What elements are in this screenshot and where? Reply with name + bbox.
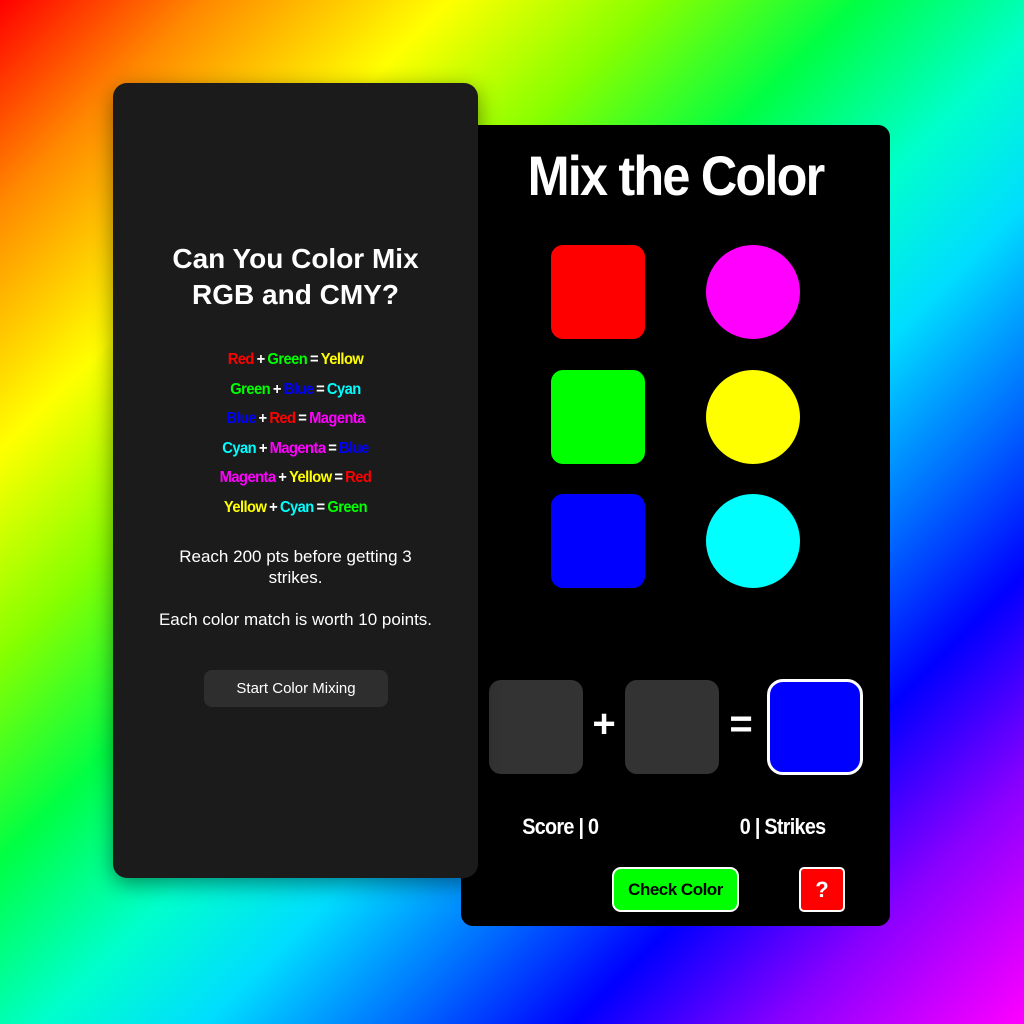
instructions-panel: Can You Color Mix RGB and CMY? Red + Green… bbox=[113, 83, 478, 878]
strikes-display: 0 | Strikes bbox=[739, 814, 826, 839]
mixing-rule: Yellow + Cyan = Green bbox=[128, 493, 464, 523]
target-color-swatch bbox=[767, 679, 863, 775]
rule-color-b: Red bbox=[269, 410, 296, 427]
plus-sign: + bbox=[258, 410, 268, 427]
rule-color-a: Green bbox=[230, 380, 271, 398]
equals-symbol: = bbox=[729, 702, 753, 746]
rule-result: Magenta bbox=[309, 410, 365, 427]
plus-sign: + bbox=[258, 439, 268, 457]
mixing-rule: Cyan + Magenta = Blue bbox=[128, 434, 464, 464]
green-swatch[interactable] bbox=[551, 370, 645, 464]
rule-color-b: Green bbox=[267, 351, 308, 368]
rule-result: Blue bbox=[339, 439, 369, 457]
points-text: Each color match is worth 10 points. bbox=[158, 610, 433, 629]
mixing-rules-list: Red + Green = Yellow Green + Blue = Cyan Blue + Re… bbox=[113, 345, 478, 522]
equals-sign: = bbox=[316, 498, 326, 516]
magenta-swatch[interactable] bbox=[706, 245, 800, 339]
rule-result: Yellow bbox=[320, 351, 364, 368]
score-display: Score | 0 bbox=[522, 814, 599, 839]
mixing-rule: Magenta + Yellow = Red bbox=[128, 463, 464, 493]
goal-text: Reach 200 pts before getting 3 strikes. bbox=[179, 547, 412, 587]
equals-sign: = bbox=[328, 439, 337, 457]
rule-color-b: Magenta bbox=[269, 439, 326, 457]
equals-sign: = bbox=[298, 410, 307, 427]
rule-color-b: Yellow bbox=[289, 469, 332, 486]
rule-color-b: Cyan bbox=[279, 498, 314, 516]
rule-result: Green bbox=[327, 498, 368, 516]
rule-result: Red bbox=[345, 469, 372, 486]
plus-sign: + bbox=[256, 351, 266, 368]
instructions-title: Can You Color Mix RGB and CMY? bbox=[172, 243, 419, 310]
game-panel: Mix the Color + = Score | 0 0 | Strikes … bbox=[461, 125, 890, 926]
game-title: Mix the Color bbox=[527, 144, 826, 207]
mix-slot-2[interactable] bbox=[625, 680, 719, 774]
rule-color-b: Blue bbox=[283, 380, 314, 398]
plus-sign: + bbox=[269, 498, 278, 516]
mixing-rule: Red + Green = Yellow bbox=[128, 345, 464, 375]
rule-color-a: Red bbox=[227, 351, 255, 368]
equals-sign: = bbox=[316, 380, 325, 398]
blue-swatch[interactable] bbox=[551, 494, 645, 588]
mix-slot-1[interactable] bbox=[489, 680, 583, 774]
red-swatch[interactable] bbox=[551, 245, 645, 339]
cyan-swatch[interactable] bbox=[706, 494, 800, 588]
rule-color-a: Blue bbox=[226, 410, 256, 427]
plus-symbol: + bbox=[592, 702, 616, 746]
plus-sign: + bbox=[278, 469, 287, 486]
mixing-rule: Green + Blue = Cyan bbox=[128, 375, 464, 405]
rule-color-a: Cyan bbox=[222, 439, 257, 457]
rule-color-a: Yellow bbox=[223, 498, 267, 516]
yellow-swatch[interactable] bbox=[706, 370, 800, 464]
check-color-button[interactable]: Check Color bbox=[612, 867, 739, 912]
equals-sign: = bbox=[309, 351, 319, 368]
mixing-rule: Blue + Red = Magenta bbox=[128, 404, 464, 434]
help-button[interactable]: ? bbox=[799, 867, 845, 912]
start-button[interactable]: Start Color Mixing bbox=[204, 670, 388, 707]
rule-result: Cyan bbox=[326, 380, 361, 398]
rule-color-a: Magenta bbox=[219, 469, 276, 486]
equals-sign: = bbox=[334, 469, 343, 486]
plus-sign: + bbox=[272, 380, 282, 398]
